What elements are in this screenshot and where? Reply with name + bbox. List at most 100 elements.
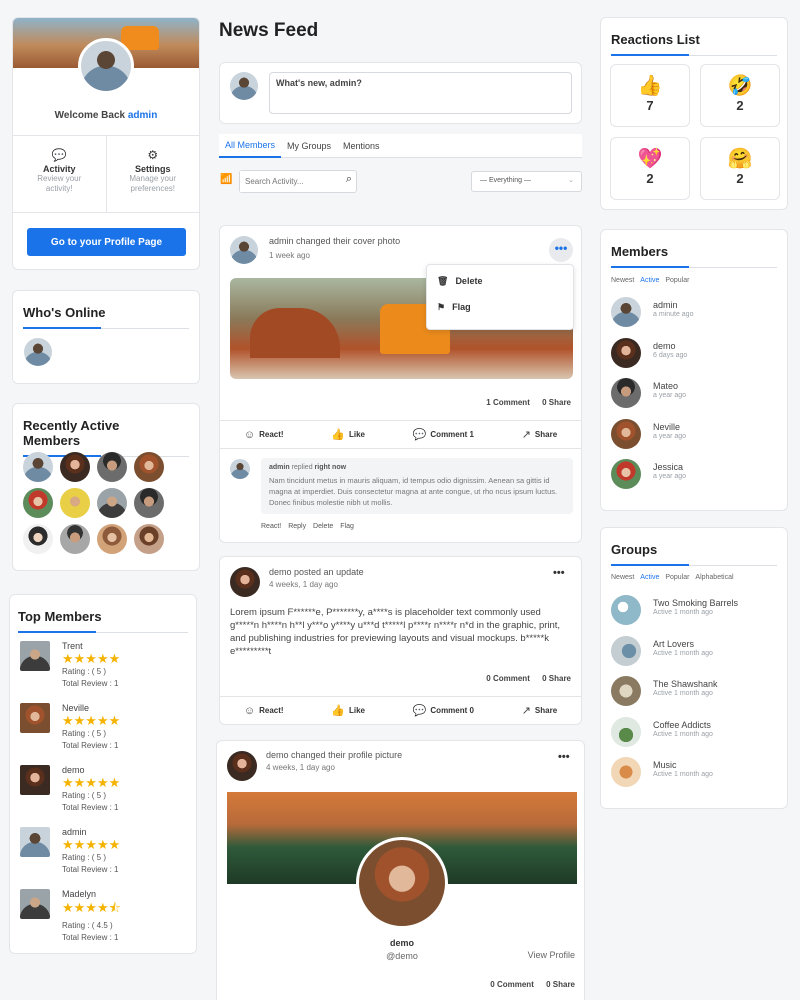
- reply-author[interactable]: admin: [269, 464, 290, 471]
- member-avatar[interactable]: [23, 524, 53, 554]
- flag-menu-item[interactable]: ⚑ Flag: [427, 287, 573, 313]
- member-item[interactable]: demo 6 days ago: [611, 337, 693, 379]
- post-author-avatar[interactable]: [227, 751, 257, 781]
- top-member-item[interactable]: Trent ★★★★★ Rating : ( 5 ) Total Review …: [20, 641, 190, 703]
- sort-popular[interactable]: Popular: [665, 574, 689, 581]
- share-button[interactable]: ↗ Share: [522, 704, 557, 717]
- activity-filter-select[interactable]: — Everything — ⌄: [471, 171, 582, 192]
- top-member-name[interactable]: demo: [62, 765, 120, 775]
- member-avatar[interactable]: [611, 337, 641, 368]
- member-name[interactable]: Neville: [653, 422, 686, 432]
- group-name[interactable]: Music: [653, 760, 713, 770]
- member-avatar[interactable]: [97, 452, 127, 482]
- top-member-item[interactable]: Neville ★★★★★ Rating : ( 5 ) Total Revie…: [20, 703, 190, 765]
- more-options-icon[interactable]: •••: [549, 238, 573, 262]
- online-member-avatar[interactable]: [24, 338, 52, 366]
- member-item[interactable]: Jessica a year ago: [611, 459, 693, 500]
- settings-link[interactable]: ⚙ Settings Manage your preferences!: [107, 136, 200, 212]
- group-item[interactable]: Art Lovers Active 1 month ago: [611, 635, 738, 677]
- search-icon[interactable]: ⌕: [346, 173, 352, 186]
- rss-icon[interactable]: 📶: [220, 174, 232, 185]
- tab-all-members[interactable]: All Members: [219, 134, 282, 158]
- member-avatar[interactable]: [97, 524, 127, 554]
- group-item[interactable]: The Shawshank Active 1 month ago: [611, 676, 738, 717]
- comment-count[interactable]: 0 Comment: [490, 980, 534, 989]
- post-author-avatar[interactable]: [230, 567, 260, 597]
- post-form-avatar[interactable]: [230, 72, 258, 100]
- member-name[interactable]: admin: [653, 300, 693, 310]
- search-input[interactable]: [240, 171, 330, 192]
- member-item[interactable]: Mateo a year ago: [611, 378, 693, 419]
- tab-mentions[interactable]: Mentions: [337, 141, 386, 151]
- reply-avatar[interactable]: [230, 459, 250, 479]
- top-member-avatar[interactable]: [20, 827, 50, 857]
- member-avatar[interactable]: [23, 488, 53, 518]
- top-member-name[interactable]: Trent: [62, 641, 120, 651]
- top-member-name[interactable]: Neville: [62, 703, 120, 713]
- reply-delete-link[interactable]: Delete: [313, 523, 333, 530]
- top-member-avatar[interactable]: [20, 889, 50, 919]
- reaction-hug[interactable]: 🤗 2: [700, 137, 780, 200]
- welcome-username-link[interactable]: admin: [128, 110, 157, 121]
- share-count[interactable]: 0 Share: [546, 980, 575, 989]
- member-avatar[interactable]: [611, 459, 641, 489]
- share-count[interactable]: 0 Share: [542, 674, 571, 683]
- member-avatar[interactable]: [134, 488, 164, 518]
- top-member-avatar[interactable]: [20, 703, 50, 733]
- comment-button[interactable]: 💬 Comment 0: [413, 704, 474, 717]
- sort-active[interactable]: Active: [640, 574, 659, 581]
- react-button[interactable]: ☺ React!: [244, 705, 284, 717]
- profile-picture[interactable]: [356, 837, 448, 929]
- member-avatar[interactable]: [611, 418, 641, 449]
- like-button[interactable]: 👍 Like: [331, 428, 365, 441]
- group-avatar[interactable]: [611, 676, 641, 706]
- member-name[interactable]: Mateo: [653, 381, 686, 391]
- post-author-name[interactable]: admin: [269, 236, 294, 246]
- group-name[interactable]: The Shawshank: [653, 679, 718, 689]
- reply-react-link[interactable]: React!: [261, 523, 281, 530]
- top-member-item[interactable]: Madelyn ★★★★⯪ Rating : ( 4.5 ) Total Rev…: [20, 889, 190, 951]
- group-name[interactable]: Art Lovers: [653, 639, 713, 649]
- group-avatar[interactable]: [611, 757, 641, 787]
- reply-flag-link[interactable]: Flag: [340, 523, 354, 530]
- view-profile-link[interactable]: View Profile: [528, 950, 575, 960]
- group-avatar[interactable]: [611, 595, 641, 625]
- group-name[interactable]: Two Smoking Barrels: [653, 598, 738, 608]
- sort-alphabetical[interactable]: Alphabetical: [695, 574, 733, 581]
- sort-newest[interactable]: Newest: [611, 574, 634, 581]
- top-member-name[interactable]: Madelyn: [62, 889, 121, 899]
- profile-name[interactable]: demo: [217, 938, 587, 948]
- top-member-avatar[interactable]: [20, 641, 50, 671]
- profile-page-button[interactable]: Go to your Profile Page: [27, 228, 186, 256]
- member-avatar[interactable]: [134, 524, 164, 554]
- post-author-name[interactable]: demo: [269, 567, 292, 577]
- top-member-item[interactable]: admin ★★★★★ Rating : ( 5 ) Total Review …: [20, 827, 190, 889]
- top-member-name[interactable]: admin: [62, 827, 120, 837]
- activity-link[interactable]: 💬 Activity Review your activity!: [13, 136, 107, 212]
- member-avatar[interactable]: [60, 524, 90, 554]
- comment-count[interactable]: 0 Comment: [486, 674, 530, 683]
- profile-avatar[interactable]: [78, 38, 134, 94]
- reaction-laugh[interactable]: 🤣 2: [700, 64, 780, 127]
- member-avatar[interactable]: [60, 488, 90, 518]
- reply-reply-link[interactable]: Reply: [288, 523, 306, 530]
- like-button[interactable]: 👍 Like: [331, 704, 365, 717]
- more-options-icon[interactable]: •••: [553, 567, 565, 579]
- more-options-icon[interactable]: •••: [558, 751, 570, 763]
- member-avatar[interactable]: [23, 452, 53, 482]
- group-item[interactable]: Two Smoking Barrels Active 1 month ago: [611, 595, 738, 636]
- sort-active[interactable]: Active: [640, 277, 659, 284]
- reaction-love[interactable]: 💖 2: [610, 137, 690, 200]
- reaction-like[interactable]: 👍 7: [610, 64, 690, 127]
- post-author-avatar[interactable]: [230, 236, 258, 264]
- group-item[interactable]: Coffee Addicts Active 1 month ago: [611, 716, 738, 758]
- member-name[interactable]: Jessica: [653, 462, 686, 472]
- tab-my-groups[interactable]: My Groups: [281, 141, 337, 151]
- post-author-name[interactable]: demo: [266, 750, 289, 760]
- member-avatar[interactable]: [611, 297, 641, 327]
- member-avatar[interactable]: [134, 452, 164, 482]
- post-input[interactable]: What's new, admin?: [269, 72, 572, 114]
- member-item[interactable]: admin a minute ago: [611, 297, 693, 338]
- member-avatar[interactable]: [97, 488, 127, 518]
- member-avatar[interactable]: [611, 378, 641, 408]
